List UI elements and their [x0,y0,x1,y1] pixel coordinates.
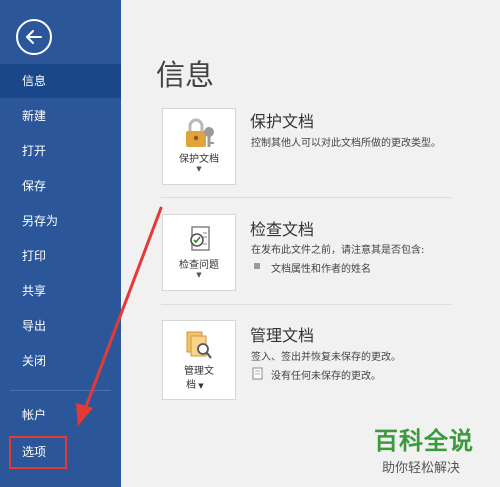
sidebar-divider [10,390,111,391]
backstage-sidebar: 信息 新建 打开 保存 另存为 打印 共享 导出 关闭 帐户 选项 [0,0,121,487]
protect-document-desc: 控制其他人可以对此文档所做的更改类型。 [251,138,441,149]
options-highlight-box [9,436,67,469]
nav-item-new[interactable]: 新建 [0,99,121,133]
protect-document-label: 保护文档 [179,154,219,165]
info-panel: 信息 保护文档 ▼ 保护文档 控制其他人可以对此文档所做的更改类型。 检查问题 … [121,0,500,487]
manage-document-title: 管理文档 [250,326,315,345]
nav-item-save-as[interactable]: 另存为 [0,204,121,238]
check-issues-label: 检查问题 [179,260,219,271]
nav-item-save[interactable]: 保存 [0,169,121,203]
nav-item-info[interactable]: 信息 [0,64,121,98]
manage-document-button[interactable]: 管理文 档 ▼ [162,320,236,400]
section-divider [161,197,451,198]
inspect-document-desc: 在发布此文件之前，请注意其是否包含: [251,245,425,256]
nav-item-open[interactable]: 打开 [0,134,121,168]
nav-item-close[interactable]: 关闭 [0,344,121,378]
watermark-title: 百科全说 [374,427,474,455]
watermark-logo: 百科全说 助你轻松解决 [368,421,492,481]
manage-document-label: 管理文 [184,366,214,377]
manage-document-desc: 签入、签出并恢复未保存的更改。 [251,352,401,363]
protect-document-button[interactable]: 保护文档 ▼ [162,108,236,185]
section-divider [161,304,451,305]
inspect-document-title: 检查文档 [250,220,315,239]
inspect-bullet-text: 文档属性和作者的姓名 [271,264,371,275]
documents-search-icon [186,331,212,359]
page-title: 信息 [156,58,215,92]
arrow-left-icon [26,30,42,44]
manage-document-label-text: 档 [186,380,196,391]
chevron-down-icon: ▼ [196,382,204,390]
document-check-icon [190,226,210,251]
nav-item-print[interactable]: 打印 [0,239,121,273]
protect-document-title: 保护文档 [250,112,315,131]
chevron-down-icon: ▼ [196,165,202,173]
back-button[interactable] [16,19,52,55]
nav-item-export[interactable]: 导出 [0,309,121,343]
watermark-subtitle: 助你轻松解决 [382,461,461,476]
document-icon [252,367,263,380]
manage-document-label-line2: 档 ▼ [186,376,204,391]
nav-item-share[interactable]: 共享 [0,274,121,308]
lock-key-icon [186,118,214,147]
nav-item-account[interactable]: 帐户 [0,398,121,432]
bullet-icon [254,263,260,269]
manage-document-note: 没有任何未保存的更改。 [271,371,381,382]
check-issues-button[interactable]: 检查问题 ▼ [162,214,236,291]
chevron-down-icon: ▼ [196,271,202,279]
